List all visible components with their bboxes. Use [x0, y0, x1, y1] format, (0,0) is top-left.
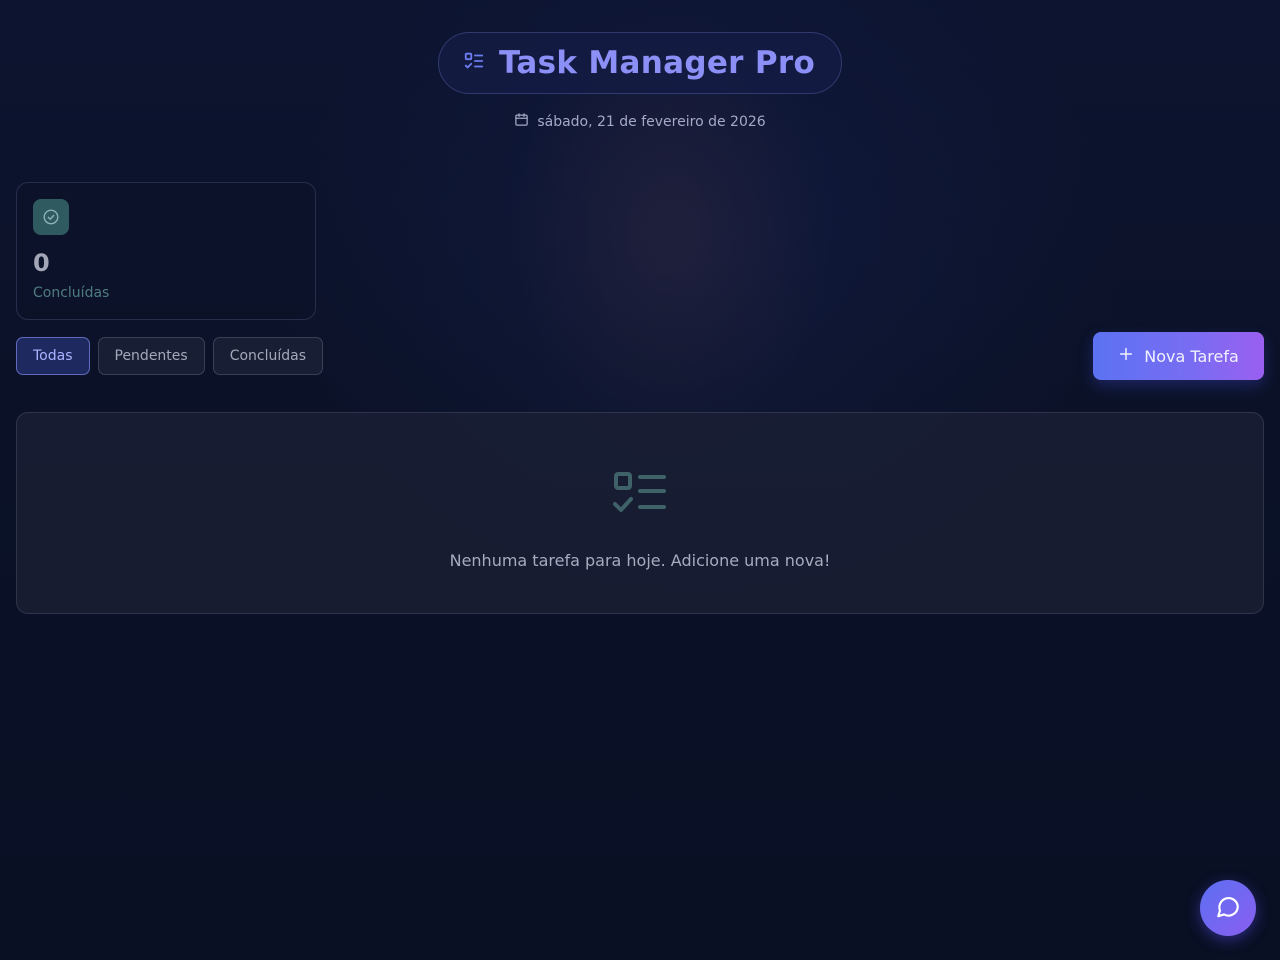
completed-label: Concluídas: [33, 285, 110, 301]
date-text: sábado, 21 de fevereiro de 2026: [537, 113, 766, 130]
completed-stat-card: 0 Concluídas: [16, 182, 316, 320]
filter-tabs: Todas Pendentes Concluídas: [16, 337, 324, 375]
filter-completed-button[interactable]: Concluídas: [212, 337, 324, 375]
filter-all-button[interactable]: Todas: [16, 337, 90, 375]
chat-button[interactable]: [1200, 880, 1256, 936]
filter-pending-button[interactable]: Pendentes: [97, 337, 205, 375]
new-task-label: Nova Tarefa: [1144, 346, 1239, 366]
completed-count: 0: [33, 249, 50, 277]
app-title: Task Manager Pro: [498, 45, 816, 81]
task-list-icon: [612, 471, 668, 521]
empty-state-message: Nenhuma tarefa para hoje. Adicione uma n…: [449, 551, 831, 570]
task-list-empty-state: Nenhuma tarefa para hoje. Adicione uma n…: [16, 412, 1264, 614]
check-circle-icon: [33, 199, 69, 235]
chat-bubble-icon: [1215, 894, 1241, 923]
app-title-badge: Task Manager Pro: [437, 32, 843, 94]
list-check-icon: [463, 50, 485, 76]
new-task-button[interactable]: Nova Tarefa: [1093, 332, 1264, 380]
calendar-icon: [514, 112, 529, 131]
plus-icon: [1118, 346, 1134, 366]
current-date: sábado, 21 de fevereiro de 2026: [514, 112, 766, 131]
page-header: Task Manager Pro sábado, 21 de fevereiro…: [0, 32, 1280, 131]
